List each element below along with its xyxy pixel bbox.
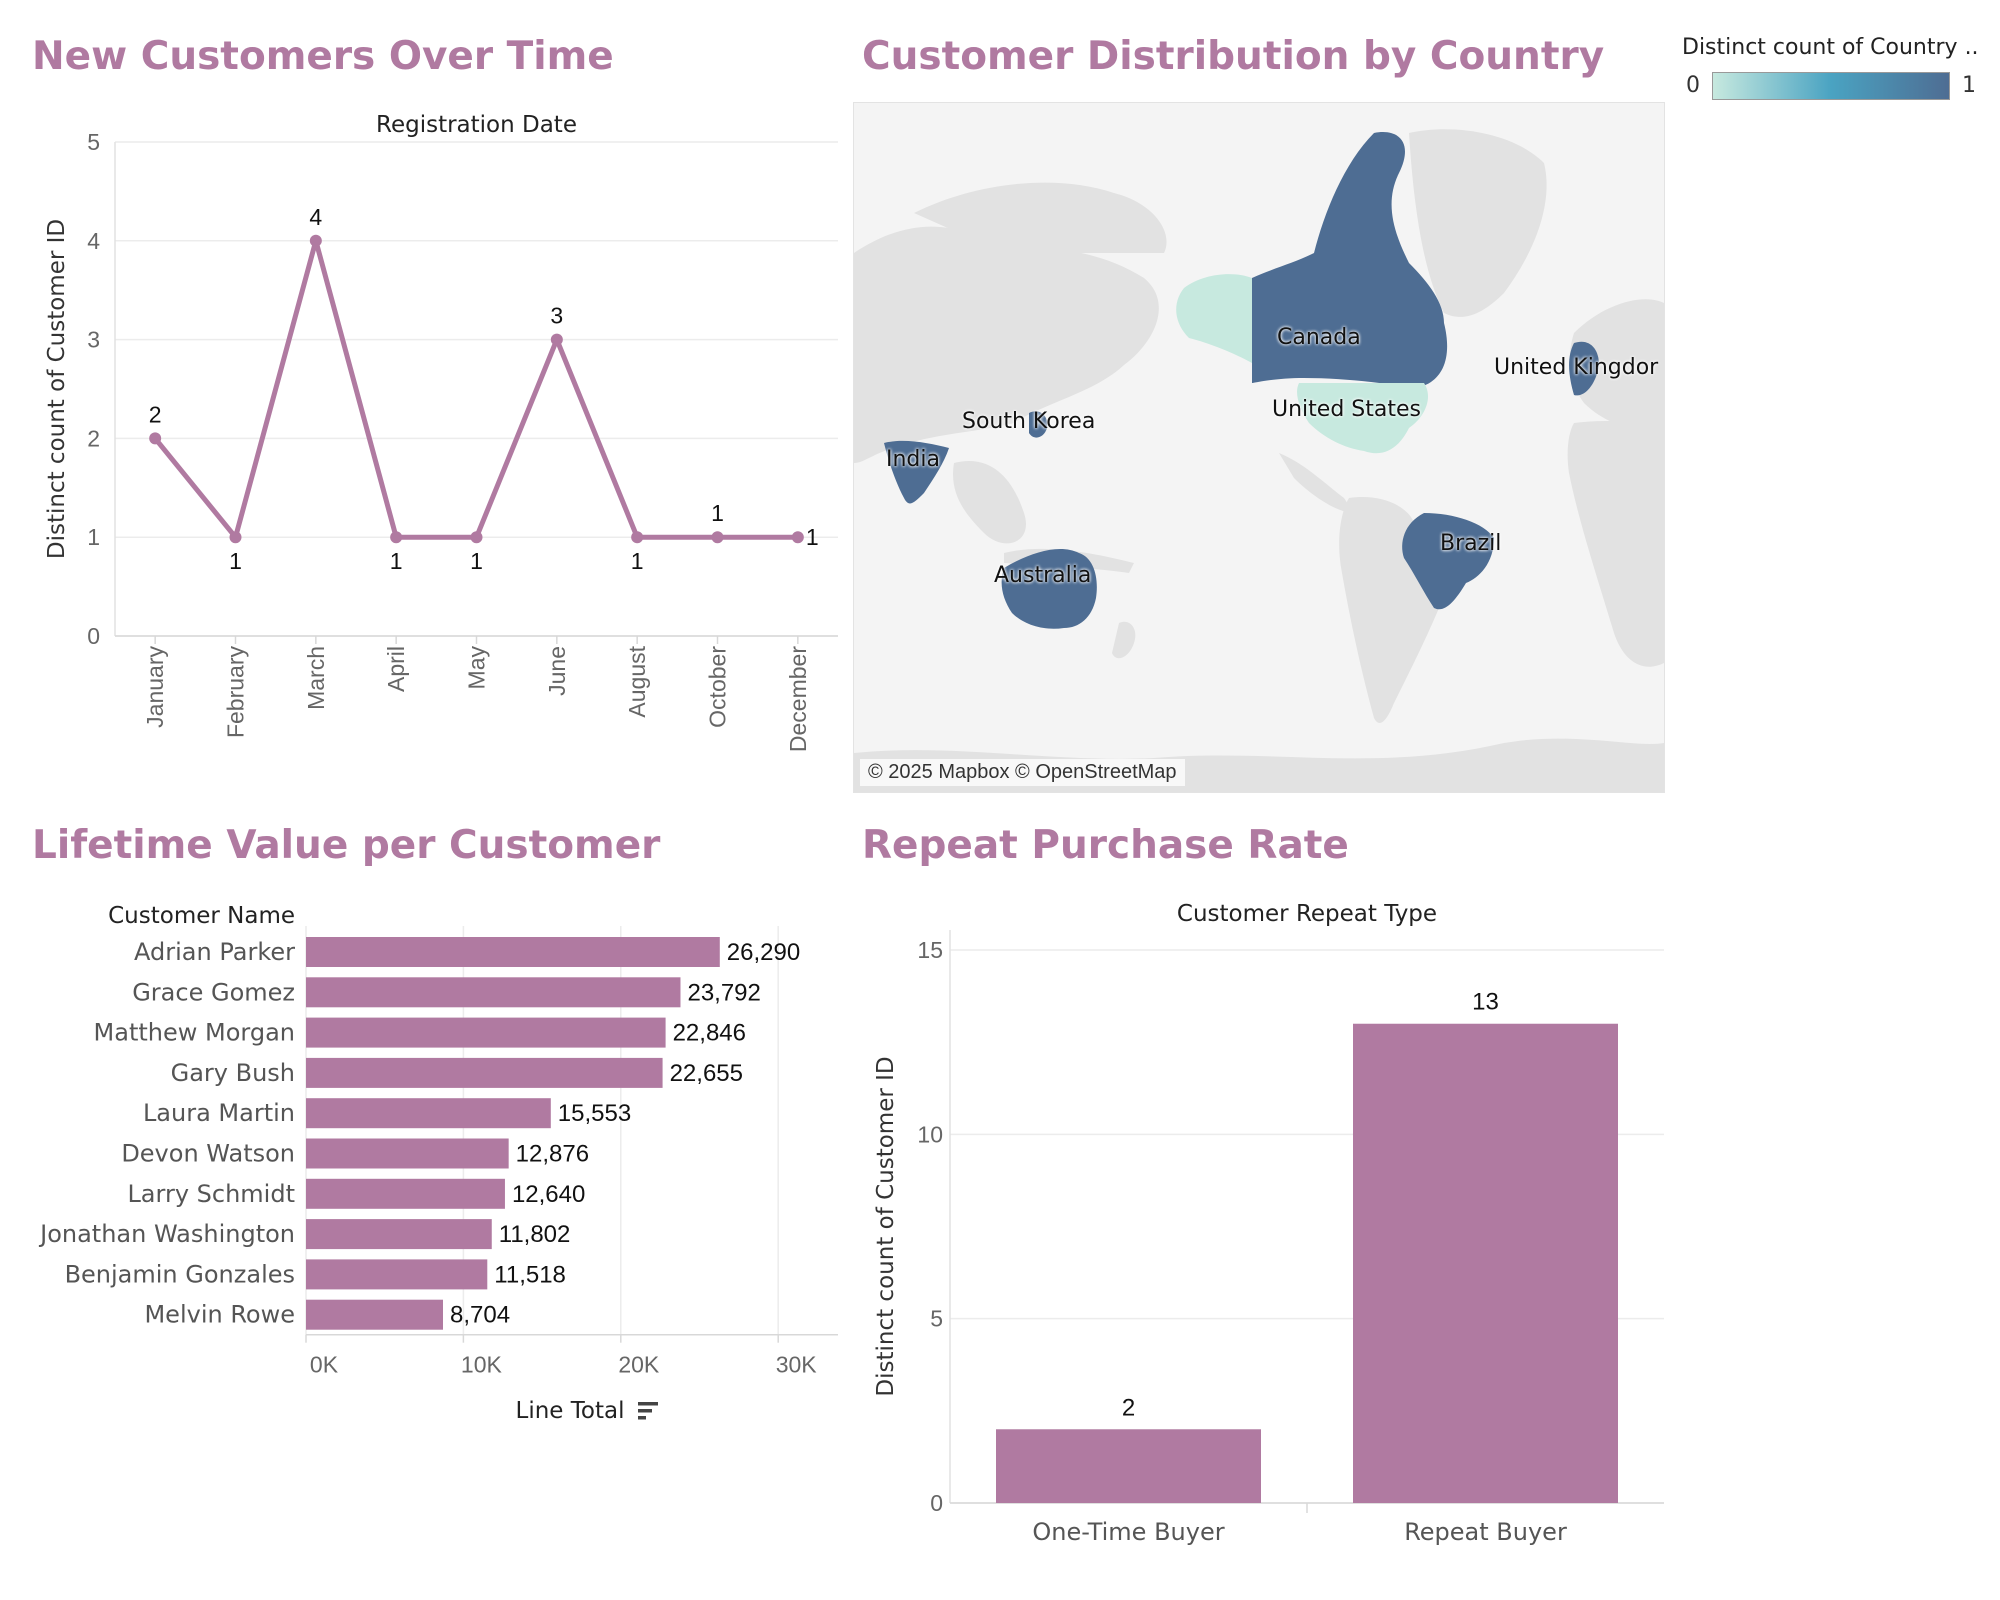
vbar-data-label: 13: [1472, 989, 1499, 1016]
vbar-y-tick-label: 0: [930, 1490, 943, 1516]
vbar-x-tick-label: One-Time Buyer: [1032, 1518, 1224, 1546]
vbar-y-tick-label: 5: [930, 1306, 943, 1332]
repeat-rate-bar-chart: Customer Repeat Type 0 5 10 15 Distinct count…: [873, 901, 1664, 1546]
vbar-bar: [1353, 1023, 1618, 1503]
vbar-y-tick-label: 10: [917, 1121, 943, 1147]
vbar-bar: [996, 1429, 1261, 1503]
vbar-y-axis-title: Distinct count of Customer ID: [873, 1056, 899, 1396]
vbar-y-tick-label: 15: [917, 937, 943, 963]
vbar-data-label: 2: [1122, 1394, 1135, 1421]
vbar-chart-title: Customer Repeat Type: [1177, 901, 1437, 927]
vbar-x-tick-label: Repeat Buyer: [1404, 1518, 1567, 1546]
